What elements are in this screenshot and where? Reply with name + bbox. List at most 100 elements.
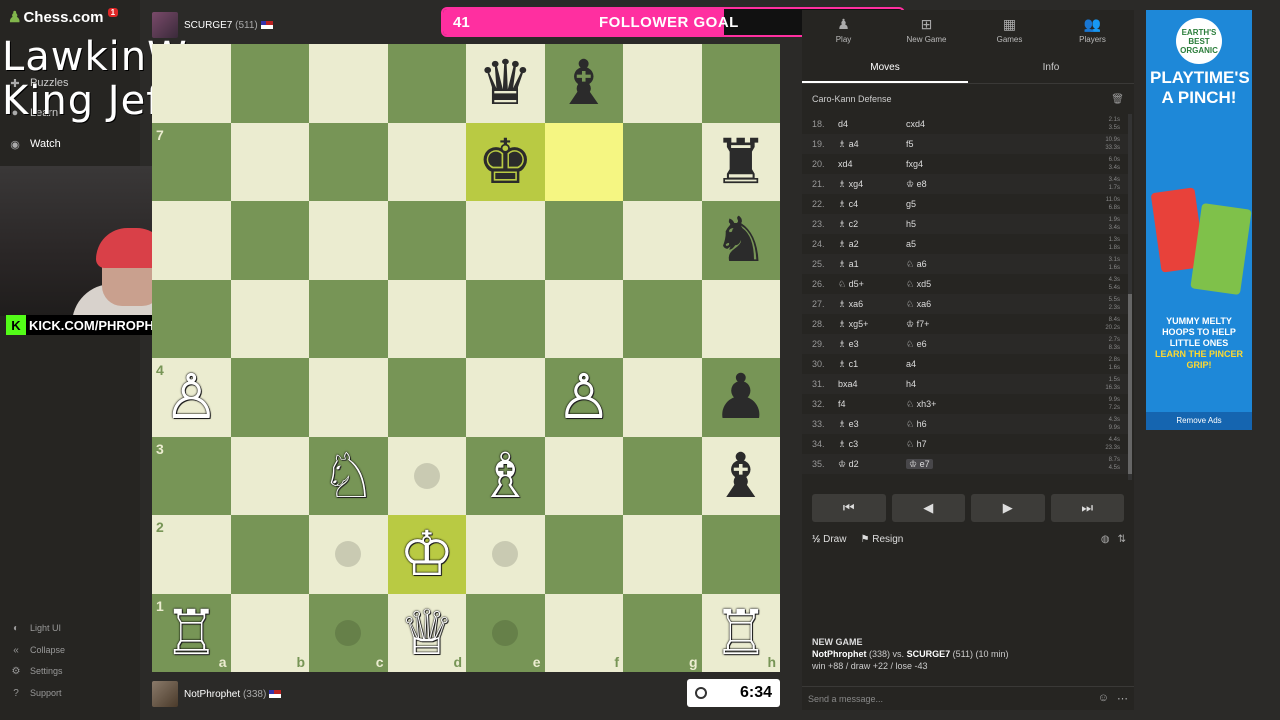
board-square-h2[interactable] <box>701 515 780 594</box>
black-player-name[interactable]: SCURGE7 <box>907 649 951 659</box>
scrollbar-thumb[interactable] <box>1128 294 1132 474</box>
board-square-f4[interactable]: ♙ <box>544 358 623 437</box>
white-move[interactable]: ♗ c2 <box>838 219 906 230</box>
board-square-a8[interactable] <box>152 44 231 123</box>
black-move-text[interactable]: g5 <box>906 199 916 209</box>
black-move-text[interactable]: ♘ e6 <box>906 339 927 349</box>
black-move[interactable]: a4 <box>906 359 1006 369</box>
white-move[interactable]: xd4 <box>838 159 906 169</box>
black-move[interactable]: ♔ e8 <box>906 179 1006 190</box>
board-square-d7[interactable] <box>387 122 466 201</box>
chess-logo[interactable]: ♟ Chess.com 1 <box>8 8 119 26</box>
white-pawn-icon[interactable]: ♙ <box>163 366 219 428</box>
board-square-g1[interactable]: g <box>623 593 702 672</box>
board-square-e3[interactable]: ♗ <box>466 436 545 515</box>
player-avatar[interactable] <box>152 681 178 707</box>
black-move-text[interactable]: ♘ xa6 <box>906 299 931 309</box>
black-move-text[interactable]: h5 <box>906 219 916 229</box>
board-square-g8[interactable] <box>623 44 702 123</box>
black-bishop-icon[interactable]: ♝ <box>713 444 769 507</box>
board-square-d6[interactable] <box>387 201 466 280</box>
black-move[interactable]: ♘ h7 <box>906 439 1006 450</box>
board-square-a2[interactable]: 2 <box>152 515 231 594</box>
remove-ads-button[interactable]: Remove Ads <box>1146 412 1252 430</box>
black-move-text[interactable]: f5 <box>906 139 914 149</box>
board-square-e6[interactable] <box>466 201 545 280</box>
board-square-c1[interactable]: c <box>309 593 388 672</box>
white-rook-icon[interactable]: ♖ <box>163 601 219 664</box>
board-square-f7[interactable] <box>544 122 623 201</box>
board-square-d2[interactable]: ♔ <box>387 515 466 594</box>
black-move-text[interactable]: ♘ h6 <box>906 419 927 429</box>
black-move-text[interactable]: fxg4 <box>906 159 923 169</box>
board-square-f1[interactable]: f <box>544 593 623 672</box>
black-move[interactable]: ♘ h6 <box>906 419 1006 430</box>
board-square-a6[interactable] <box>152 201 231 280</box>
black-move[interactable]: a5 <box>906 239 1006 249</box>
move-hint-dot[interactable] <box>335 619 362 646</box>
white-move[interactable]: ♗ e3 <box>838 419 906 430</box>
advertisement[interactable]: EARTH'S BEST ORGANIC PLAYTIME'S A PINCH!… <box>1146 10 1252 430</box>
board-square-b2[interactable] <box>230 515 309 594</box>
black-move[interactable]: f5 <box>906 139 1006 149</box>
white-player-name[interactable]: NotPhrophet <box>812 649 867 659</box>
flip-board-icon[interactable]: ⇅ <box>1118 534 1126 545</box>
last-move-button[interactable]: ⏭ <box>1050 494 1124 522</box>
black-move-text[interactable]: ♘ xh3+ <box>906 399 936 409</box>
black-move[interactable]: ♘ e6 <box>906 339 1006 350</box>
board-square-g4[interactable] <box>623 358 702 437</box>
black-move-text[interactable]: a4 <box>906 359 916 369</box>
black-pawn-icon[interactable]: ♟ <box>713 366 769 428</box>
white-move[interactable]: ♘ d5+ <box>838 279 906 290</box>
trash-icon[interactable]: 🗑 <box>1111 94 1124 105</box>
white-move[interactable]: ♗ c1 <box>838 359 906 370</box>
black-move[interactable]: fxg4 <box>906 159 1006 169</box>
board-square-d1[interactable]: ♕ d <box>387 593 466 672</box>
board-square-c7[interactable] <box>309 122 388 201</box>
board-square-f3[interactable] <box>544 436 623 515</box>
collapse-button[interactable]: « Collapse <box>10 644 65 656</box>
board-square-d5[interactable] <box>387 279 466 358</box>
black-king-icon[interactable]: ♚ <box>477 130 533 193</box>
white-move[interactable]: ♔ d2 <box>838 459 906 470</box>
settings-link[interactable]: ⚙ Settings <box>10 665 63 677</box>
tab-new-game[interactable]: ⊞ New Game <box>885 10 968 50</box>
board-square-a7[interactable]: 7 <box>152 122 231 201</box>
board-square-b4[interactable] <box>230 358 309 437</box>
black-move[interactable]: ♘ xh3+ <box>906 399 1006 410</box>
resign-button[interactable]: ⚑ Resign <box>860 534 903 545</box>
board-square-f6[interactable] <box>544 201 623 280</box>
black-move[interactable]: cxd4 <box>906 119 1006 129</box>
board-square-e2[interactable] <box>466 515 545 594</box>
board-square-h5[interactable] <box>701 279 780 358</box>
next-move-button[interactable]: ▶ <box>971 494 1045 522</box>
board-square-g7[interactable] <box>623 122 702 201</box>
white-move[interactable]: ♗ xg5+ <box>838 319 906 330</box>
black-move[interactable]: ♘ xd5 <box>906 279 1006 290</box>
board-square-e1[interactable]: e <box>466 593 545 672</box>
white-bishop-icon[interactable]: ♗ <box>477 444 533 507</box>
board-square-c6[interactable] <box>309 201 388 280</box>
first-move-button[interactable]: ⏮ <box>812 494 886 522</box>
board-square-a3[interactable]: 3 <box>152 436 231 515</box>
white-rook-icon[interactable]: ♖ <box>713 601 769 664</box>
board-square-f8[interactable]: ♝ <box>544 44 623 123</box>
board-square-h8[interactable] <box>701 44 780 123</box>
previous-move-button[interactable]: ◀ <box>891 494 965 522</box>
white-move[interactable]: ♗ c3 <box>838 439 906 450</box>
more-icon[interactable]: ⋯ <box>1117 692 1128 705</box>
black-move-text[interactable]: ♘ a6 <box>906 259 927 269</box>
black-move-text[interactable]: ♘ xd5 <box>906 279 931 289</box>
board-square-b5[interactable] <box>230 279 309 358</box>
tab-info[interactable]: Info <box>968 56 1134 83</box>
white-pawn-icon[interactable]: ♙ <box>556 366 612 428</box>
move-list-scrollbar[interactable] <box>1128 114 1132 480</box>
white-move[interactable]: ♗ a1 <box>838 259 906 270</box>
black-move-text[interactable]: h4 <box>906 379 916 389</box>
tab-games[interactable]: ▦ Games <box>968 10 1051 50</box>
board-square-d8[interactable] <box>387 44 466 123</box>
white-move[interactable]: d4 <box>838 119 906 129</box>
board-square-h3[interactable]: ♝ <box>701 436 780 515</box>
white-king-icon[interactable]: ♔ <box>399 523 455 585</box>
board-square-h4[interactable]: ♟ <box>701 358 780 437</box>
